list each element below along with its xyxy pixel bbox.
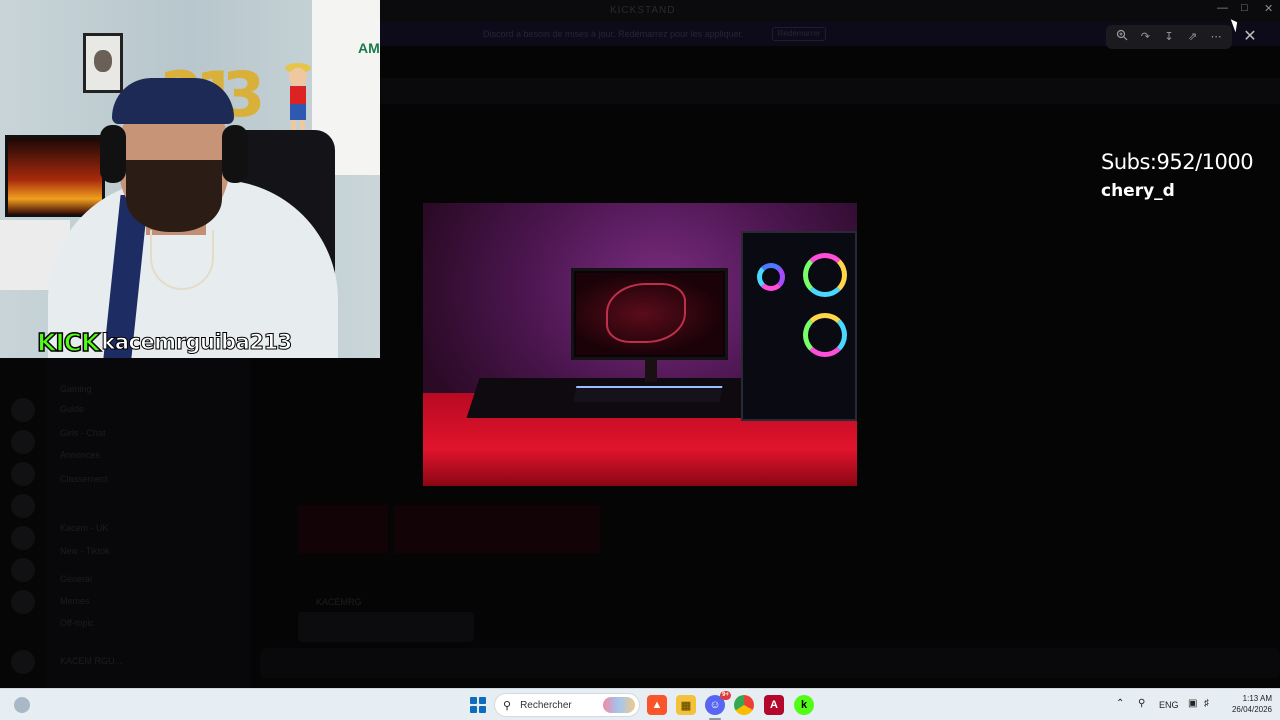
start-button[interactable] — [470, 697, 486, 713]
channel-item[interactable]: Kacem - UK — [60, 523, 109, 533]
clock[interactable]: 1:13 AM 26/04/2026 — [1222, 693, 1272, 715]
channel-header — [380, 78, 1280, 104]
screen-stage: KICKSTAND Discord a besoin de mises à jo… — [0, 0, 1280, 688]
message-input-bar[interactable] — [260, 648, 1280, 678]
kick-app-icon[interactable]: k — [794, 695, 814, 715]
close-icon[interactable]: ✕ — [1238, 25, 1262, 49]
subs-counter: Subs:952/1000 — [1101, 150, 1254, 174]
brave-icon[interactable]: ▲ — [647, 695, 667, 715]
open-external-icon[interactable]: ⇗ — [1185, 29, 1201, 45]
taskbar-search[interactable]: ⚲ Rechercher — [494, 693, 640, 717]
search-highlight-art — [603, 697, 635, 713]
message-author: KACEMRG — [316, 597, 362, 607]
viewer-toolbar: ↷ ↧ ⇗ ⋯ — [1106, 25, 1232, 49]
embed-image-dim — [394, 505, 600, 553]
download-icon[interactable]: ↧ — [1161, 29, 1177, 45]
background-titlebar — [380, 0, 1280, 22]
minimize-icon[interactable]: — — [1217, 2, 1228, 14]
window-close-icon[interactable]: ✕ — [1264, 2, 1273, 15]
server-icon[interactable] — [11, 398, 35, 422]
server-icon[interactable] — [11, 558, 35, 582]
channel-item[interactable]: Gaming — [60, 384, 92, 394]
user-avatar[interactable] — [11, 650, 35, 674]
microphone-icon[interactable]: ⚲ — [1138, 698, 1145, 709]
photo-monitor-stand — [645, 360, 657, 382]
person-cap — [112, 78, 234, 124]
adobe-icon[interactable]: A — [764, 695, 784, 715]
volume-icon[interactable]: ♯ — [1204, 698, 1209, 709]
server-icon[interactable] — [11, 462, 35, 486]
kick-username: kacemrguiba213 — [101, 330, 293, 355]
photo-keyboard — [573, 386, 723, 402]
chrome-icon[interactable] — [734, 695, 754, 715]
person-beard — [126, 160, 222, 232]
update-banner-button[interactable]: Redémarrer — [772, 27, 826, 41]
channel-item[interactable]: New - Tiktok — [60, 546, 110, 556]
headset-right — [222, 125, 248, 183]
channel-item[interactable]: Memes — [60, 596, 90, 606]
network-icon[interactable]: ▣ — [1188, 698, 1197, 709]
channel-item[interactable]: Général — [60, 574, 92, 584]
setup-photo[interactable] — [423, 203, 857, 486]
search-icon: ⚲ — [503, 699, 512, 712]
photo-monitor — [571, 268, 728, 360]
maximize-icon[interactable]: □ — [1241, 2, 1248, 14]
clock-time: 1:13 AM — [1242, 694, 1272, 703]
jersey-text: AMA — [358, 40, 380, 56]
more-icon[interactable]: ⋯ — [1208, 29, 1224, 45]
figurine-icon — [285, 63, 311, 134]
user-panel-name: KACEM RGU... — [60, 656, 123, 666]
channel-item[interactable]: Girls - Chat — [60, 428, 106, 438]
zoom-in-icon[interactable] — [1114, 29, 1130, 45]
taskbar: ⚲ Rechercher ▲ ▦ ☺ 9+ A k ⌃ ⚲ ENG ▣ ♯ 1:… — [0, 688, 1280, 720]
discord-badge: 9+ — [720, 691, 731, 700]
channel-item[interactable]: Off-topic — [60, 618, 94, 628]
background-app-title: KICKSTAND — [610, 5, 676, 16]
wall-poster — [83, 33, 123, 93]
tv-fireplace — [5, 135, 105, 217]
server-icon[interactable] — [11, 494, 35, 518]
server-icon[interactable] — [11, 590, 35, 614]
headset-left — [100, 125, 126, 183]
message-attachment — [298, 612, 474, 642]
server-icon[interactable] — [11, 526, 35, 550]
channel-item[interactable]: Classement — [60, 474, 108, 484]
update-banner-text: Discord a besoin de mises à jour. Redéma… — [483, 29, 744, 39]
embed-image-dim — [298, 505, 388, 553]
server-icon[interactable] — [11, 430, 35, 454]
tray-chevron-icon[interactable]: ⌃ — [1116, 698, 1124, 709]
clock-date: 26/04/2026 — [1231, 705, 1272, 714]
share-icon[interactable]: ↷ — [1137, 29, 1153, 45]
channel-item[interactable]: Annonces — [60, 450, 100, 460]
webcam-overlay: AMA 2 1 3 — [0, 0, 380, 358]
kick-handle: KICK kacemrguiba213 — [36, 327, 293, 358]
channel-item[interactable]: Guide — [60, 404, 84, 414]
discord-icon[interactable]: ☺ 9+ — [705, 691, 731, 720]
widgets-icon[interactable] — [14, 697, 30, 713]
photo-pc-case — [741, 231, 857, 421]
kick-logo: KICK — [36, 327, 101, 358]
language-indicator[interactable]: ENG — [1159, 700, 1179, 710]
search-placeholder: Rechercher — [520, 699, 572, 711]
file-explorer-icon[interactable]: ▦ — [676, 695, 696, 715]
server-rail — [0, 358, 46, 688]
latest-sub-user: chery_d — [1101, 181, 1175, 201]
